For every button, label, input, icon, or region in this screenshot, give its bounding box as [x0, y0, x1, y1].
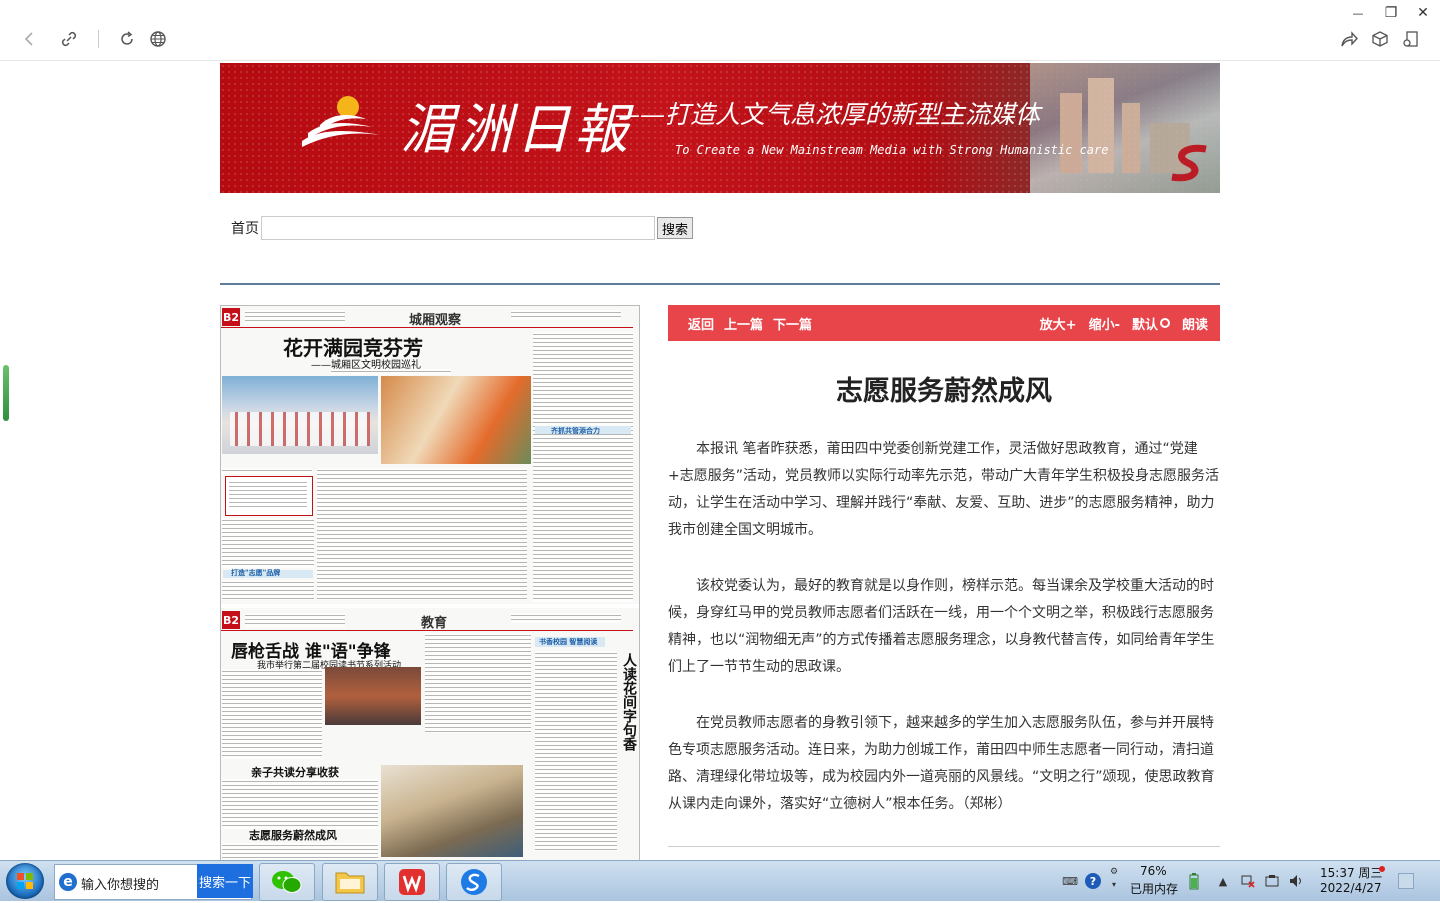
wechat-app[interactable] — [259, 863, 315, 901]
show-desktop-button[interactable] — [1398, 873, 1414, 889]
banner-slogan-english: To Create a New Mainstream Media with St… — [675, 143, 1109, 157]
article-paragraph: 在党员教师志愿者的身教引领下，越来越多的学生加入志愿服务队伍，参与并开展特色专项… — [668, 715, 1215, 812]
prev-article-link[interactable]: 上一篇 — [724, 314, 763, 333]
toolbar-separator — [98, 30, 99, 48]
article-body: 本报讯 笔者昨获悉，莆田四中党委创新党建工作，灵活做好思政教育，通过“党建+志愿… — [668, 436, 1220, 818]
article-paragraph: 该校党委认为，最好的教育就是以身作则，榜样示范。每当课余及学校重大活动的时候，身… — [668, 578, 1215, 675]
subheadline-3: 志愿服务蔚然成风 — [249, 829, 337, 842]
page-tag: B2 — [222, 308, 240, 326]
page-tag: B2 — [222, 611, 240, 629]
zoom-out-button[interactable]: 缩小- — [1089, 314, 1120, 333]
reading-photo — [381, 765, 523, 857]
volume-icon[interactable] — [1289, 874, 1303, 888]
home-link[interactable]: 首页 — [231, 218, 259, 238]
network-error-icon[interactable] — [1241, 874, 1255, 888]
back-icon[interactable] — [16, 26, 42, 52]
notification-dot-icon — [1379, 866, 1385, 872]
taskbar-search-placeholder: 输入你想搜的 — [81, 878, 160, 893]
link-icon[interactable] — [56, 26, 82, 52]
newspaper-logo-icon — [302, 96, 380, 147]
settings-icon[interactable]: ⚙ — [1109, 867, 1119, 877]
newspaper-page-top: B2 城厢观察 花开满园竞芬芳 ——城厢区文明校园巡礼 打造"志愿"品牌 齐抓共… — [221, 306, 639, 606]
refresh-icon[interactable] — [114, 26, 140, 52]
browser-toolbar: — ❐ ✕ — [0, 0, 1440, 61]
wechat-icon — [272, 871, 302, 893]
minimize-button[interactable]: — — [1346, 2, 1370, 24]
newspaper-page-image[interactable]: B2 城厢观察 花开满园竞芬芳 ——城厢区文明校园巡礼 打造"志愿"品牌 齐抓共… — [220, 305, 640, 862]
memory-label: 已用内存 — [1130, 882, 1179, 896]
clock-time[interactable]: 15:37 周三 — [1320, 864, 1382, 881]
newspaper-page-bottom: B2 教育 唇枪舌战 谁"语"争锋 我市举行第二届校园读书节系列活动 书香校园 … — [221, 609, 639, 861]
banner-city-image — [1030, 63, 1220, 193]
article-title: 志愿服务蔚然成风 — [836, 376, 1052, 407]
reader-icon[interactable] — [1398, 26, 1424, 52]
next-article-link[interactable]: 下一篇 — [773, 314, 812, 333]
volunteer-photo — [381, 376, 531, 464]
article-bottom-divider — [668, 846, 1220, 847]
taskbar: e 输入你想搜的 搜索一下 ⌨ ? ⚙ ▾ 76% 已用内存 ▲ 15:37 周… — [0, 860, 1440, 901]
subheadline-2: 亲子共读分享收获 — [251, 766, 339, 779]
choir-photo — [222, 376, 378, 454]
site-banner: 湄洲日報 ——打造人文气息浓厚的新型主流媒体 To Create a New M… — [220, 63, 1220, 193]
sogou-app[interactable] — [446, 863, 502, 901]
subsection-title: 齐抓共管添合力 — [551, 426, 600, 435]
read-aloud-button[interactable]: 朗读 — [1182, 314, 1208, 333]
back-link[interactable]: 返回 — [688, 314, 714, 333]
maximize-button[interactable]: ❐ — [1379, 2, 1403, 24]
banner-slogan: ——打造人文气息浓厚的新型主流媒体 — [615, 100, 1041, 129]
box-title: 打造"志愿"品牌 — [231, 568, 281, 577]
section-title: 教育 — [421, 616, 448, 631]
content-divider — [220, 283, 1220, 285]
wps-icon — [399, 869, 425, 895]
banner-logo-text: 湄洲日報 — [400, 98, 632, 161]
dropdown-icon[interactable]: ▾ — [1109, 879, 1119, 889]
memory-percent: 76% — [1140, 864, 1167, 878]
circle-icon — [1159, 318, 1170, 328]
side-scroll-indicator[interactable] — [3, 365, 9, 421]
default-size-label: 默认 — [1131, 317, 1158, 333]
ie-icon: e — [59, 873, 77, 891]
vertical-headline: 人读花间字句香 — [621, 653, 637, 751]
zoom-in-button[interactable]: 放大+ — [1040, 314, 1077, 333]
section-title: 城厢观察 — [409, 313, 462, 328]
default-size-button[interactable]: 默认 — [1132, 314, 1170, 333]
taskbar-search-button[interactable]: 搜索一下 — [197, 864, 253, 898]
help-icon[interactable]: ? — [1085, 873, 1101, 889]
keyboard-icon[interactable]: ⌨ — [1062, 874, 1078, 888]
file-explorer-app[interactable] — [322, 863, 378, 901]
cube-icon[interactable] — [1367, 26, 1393, 52]
show-hidden-icons-button[interactable]: ▲ — [1216, 874, 1230, 888]
device-icon[interactable] — [1265, 874, 1279, 888]
article-panel: 返回 上一篇 下一篇 放大+ 缩小- 默认 朗读 志愿服务蔚然成风 本报讯 笔者… — [668, 305, 1220, 818]
search-button[interactable]: 搜索 — [657, 217, 693, 239]
folder-icon — [335, 872, 365, 894]
wps-app[interactable] — [384, 863, 440, 901]
sogou-icon — [461, 869, 487, 895]
article-paragraph: 本报讯 笔者昨获悉，莆田四中党委创新党建工作，灵活做好思政教育，通过“党建+志愿… — [668, 441, 1219, 538]
search-input[interactable] — [261, 216, 655, 240]
battery-icon[interactable] — [1188, 872, 1200, 890]
globe-icon[interactable] — [145, 26, 171, 52]
start-button[interactable] — [6, 863, 44, 899]
speech-photo — [325, 667, 421, 725]
article-toolbar: 返回 上一篇 下一篇 放大+ 缩小- 默认 朗读 — [668, 305, 1220, 341]
clock-date[interactable]: 2022/4/27 — [1320, 881, 1382, 895]
side-box-title: 书香校园 智慧阅读 — [539, 637, 598, 646]
close-button[interactable]: ✕ — [1411, 2, 1435, 24]
share-icon[interactable] — [1336, 26, 1362, 52]
